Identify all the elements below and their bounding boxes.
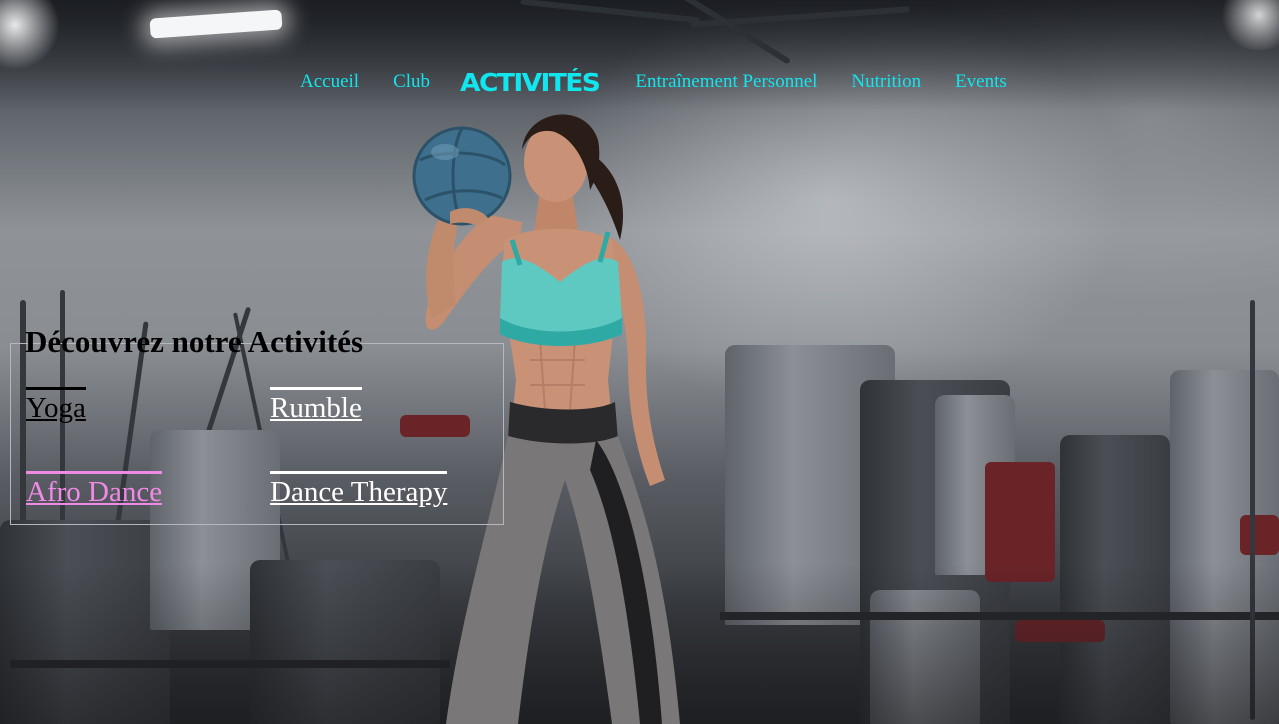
activity-link-afro-dance[interactable]: Afro Dance bbox=[26, 471, 163, 509]
link-top-border bbox=[270, 471, 448, 474]
nav-link-entrainement-personnel[interactable]: Entraînement Personnel bbox=[635, 71, 817, 93]
activity-link-label: Rumble bbox=[270, 392, 362, 424]
activity-link-label: Afro Dance bbox=[26, 476, 163, 508]
main-navigation: Accueil Club ACTIVITÉS Entraînement Pers… bbox=[300, 64, 1041, 100]
link-top-border bbox=[26, 471, 163, 474]
activity-link-rumble[interactable]: Rumble bbox=[270, 387, 362, 425]
nav-link-events[interactable]: Events bbox=[955, 71, 1007, 93]
nav-link-activites-active[interactable]: ACTIVITÉS bbox=[460, 68, 601, 97]
activity-link-label: Yoga bbox=[26, 392, 86, 424]
activity-link-label: Dance Therapy bbox=[270, 476, 448, 508]
activity-link-yoga[interactable]: Yoga bbox=[26, 387, 86, 425]
link-top-border bbox=[26, 387, 86, 390]
link-top-border bbox=[270, 387, 362, 390]
activities-title: Découvrez notre Activités bbox=[25, 324, 364, 359]
nav-link-club[interactable]: Club bbox=[393, 71, 430, 93]
activity-link-dance-therapy[interactable]: Dance Therapy bbox=[270, 471, 448, 509]
nav-link-nutrition[interactable]: Nutrition bbox=[851, 71, 921, 93]
nav-link-accueil[interactable]: Accueil bbox=[300, 71, 359, 93]
